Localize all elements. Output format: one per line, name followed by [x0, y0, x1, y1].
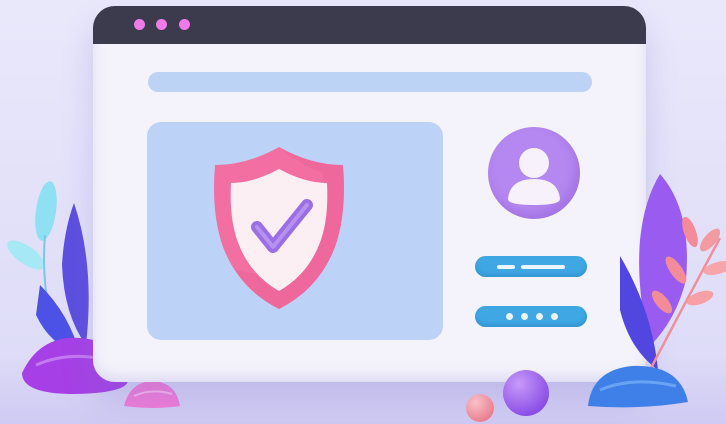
- browser-window: [93, 6, 646, 382]
- password-mask-dot: [536, 313, 543, 320]
- password-field[interactable]: [475, 306, 587, 327]
- password-mask-dot: [551, 313, 558, 320]
- window-titlebar: [93, 6, 646, 44]
- maximize-dot[interactable]: [179, 19, 190, 30]
- minimize-dot[interactable]: [156, 19, 167, 30]
- right-plant-illustration: [588, 174, 726, 408]
- pink-sphere: [466, 394, 494, 422]
- user-avatar-icon[interactable]: [488, 127, 580, 219]
- purple-sphere: [503, 370, 549, 416]
- address-bar[interactable]: [148, 72, 592, 92]
- username-placeholder-dash: [497, 265, 515, 269]
- password-mask-dot: [506, 313, 513, 320]
- shield-check-icon: [214, 147, 344, 309]
- close-dot[interactable]: [134, 19, 145, 30]
- user-silhouette-icon: [508, 148, 560, 205]
- password-mask-dot: [521, 313, 528, 320]
- username-field[interactable]: [475, 256, 587, 277]
- username-placeholder-dash: [521, 265, 565, 269]
